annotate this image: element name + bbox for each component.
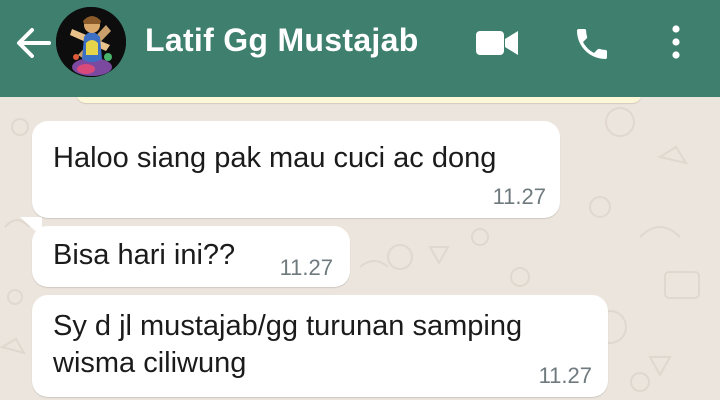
previous-message-bubble [76, 97, 642, 103]
arrow-left-icon[interactable] [14, 26, 52, 60]
message-time: 11.27 [279, 255, 333, 280]
message-bubble[interactable]: Sy d jl mustajab/gg turunan samping wism… [32, 295, 608, 397]
avatar[interactable] [56, 7, 126, 77]
message-text: Sy d jl mustajab/gg turunan samping [53, 310, 523, 342]
phone-icon[interactable] [572, 24, 612, 64]
message-time: 11.27 [492, 184, 546, 209]
contact-name[interactable]: Latif Gg Mustajab [145, 22, 419, 59]
video-camera-icon[interactable] [474, 27, 520, 59]
message-text: Bisa hari ini?? [53, 239, 236, 271]
chat-header: Latif Gg Mustajab [0, 0, 720, 97]
more-vertical-icon[interactable] [664, 22, 688, 62]
message-bubble[interactable]: Haloo siang pak mau cuci ac dong 11.27 [32, 121, 560, 218]
message-text: wisma ciliwung [53, 347, 247, 379]
avatar-picture [56, 7, 126, 77]
chat-area[interactable]: Haloo siang pak mau cuci ac dong 11.27 B… [0, 97, 720, 400]
message-text: Haloo siang pak mau cuci ac dong [53, 142, 497, 174]
message-bubble[interactable]: Bisa hari ini?? 11.27 [32, 226, 350, 287]
message-time: 11.27 [538, 363, 592, 388]
